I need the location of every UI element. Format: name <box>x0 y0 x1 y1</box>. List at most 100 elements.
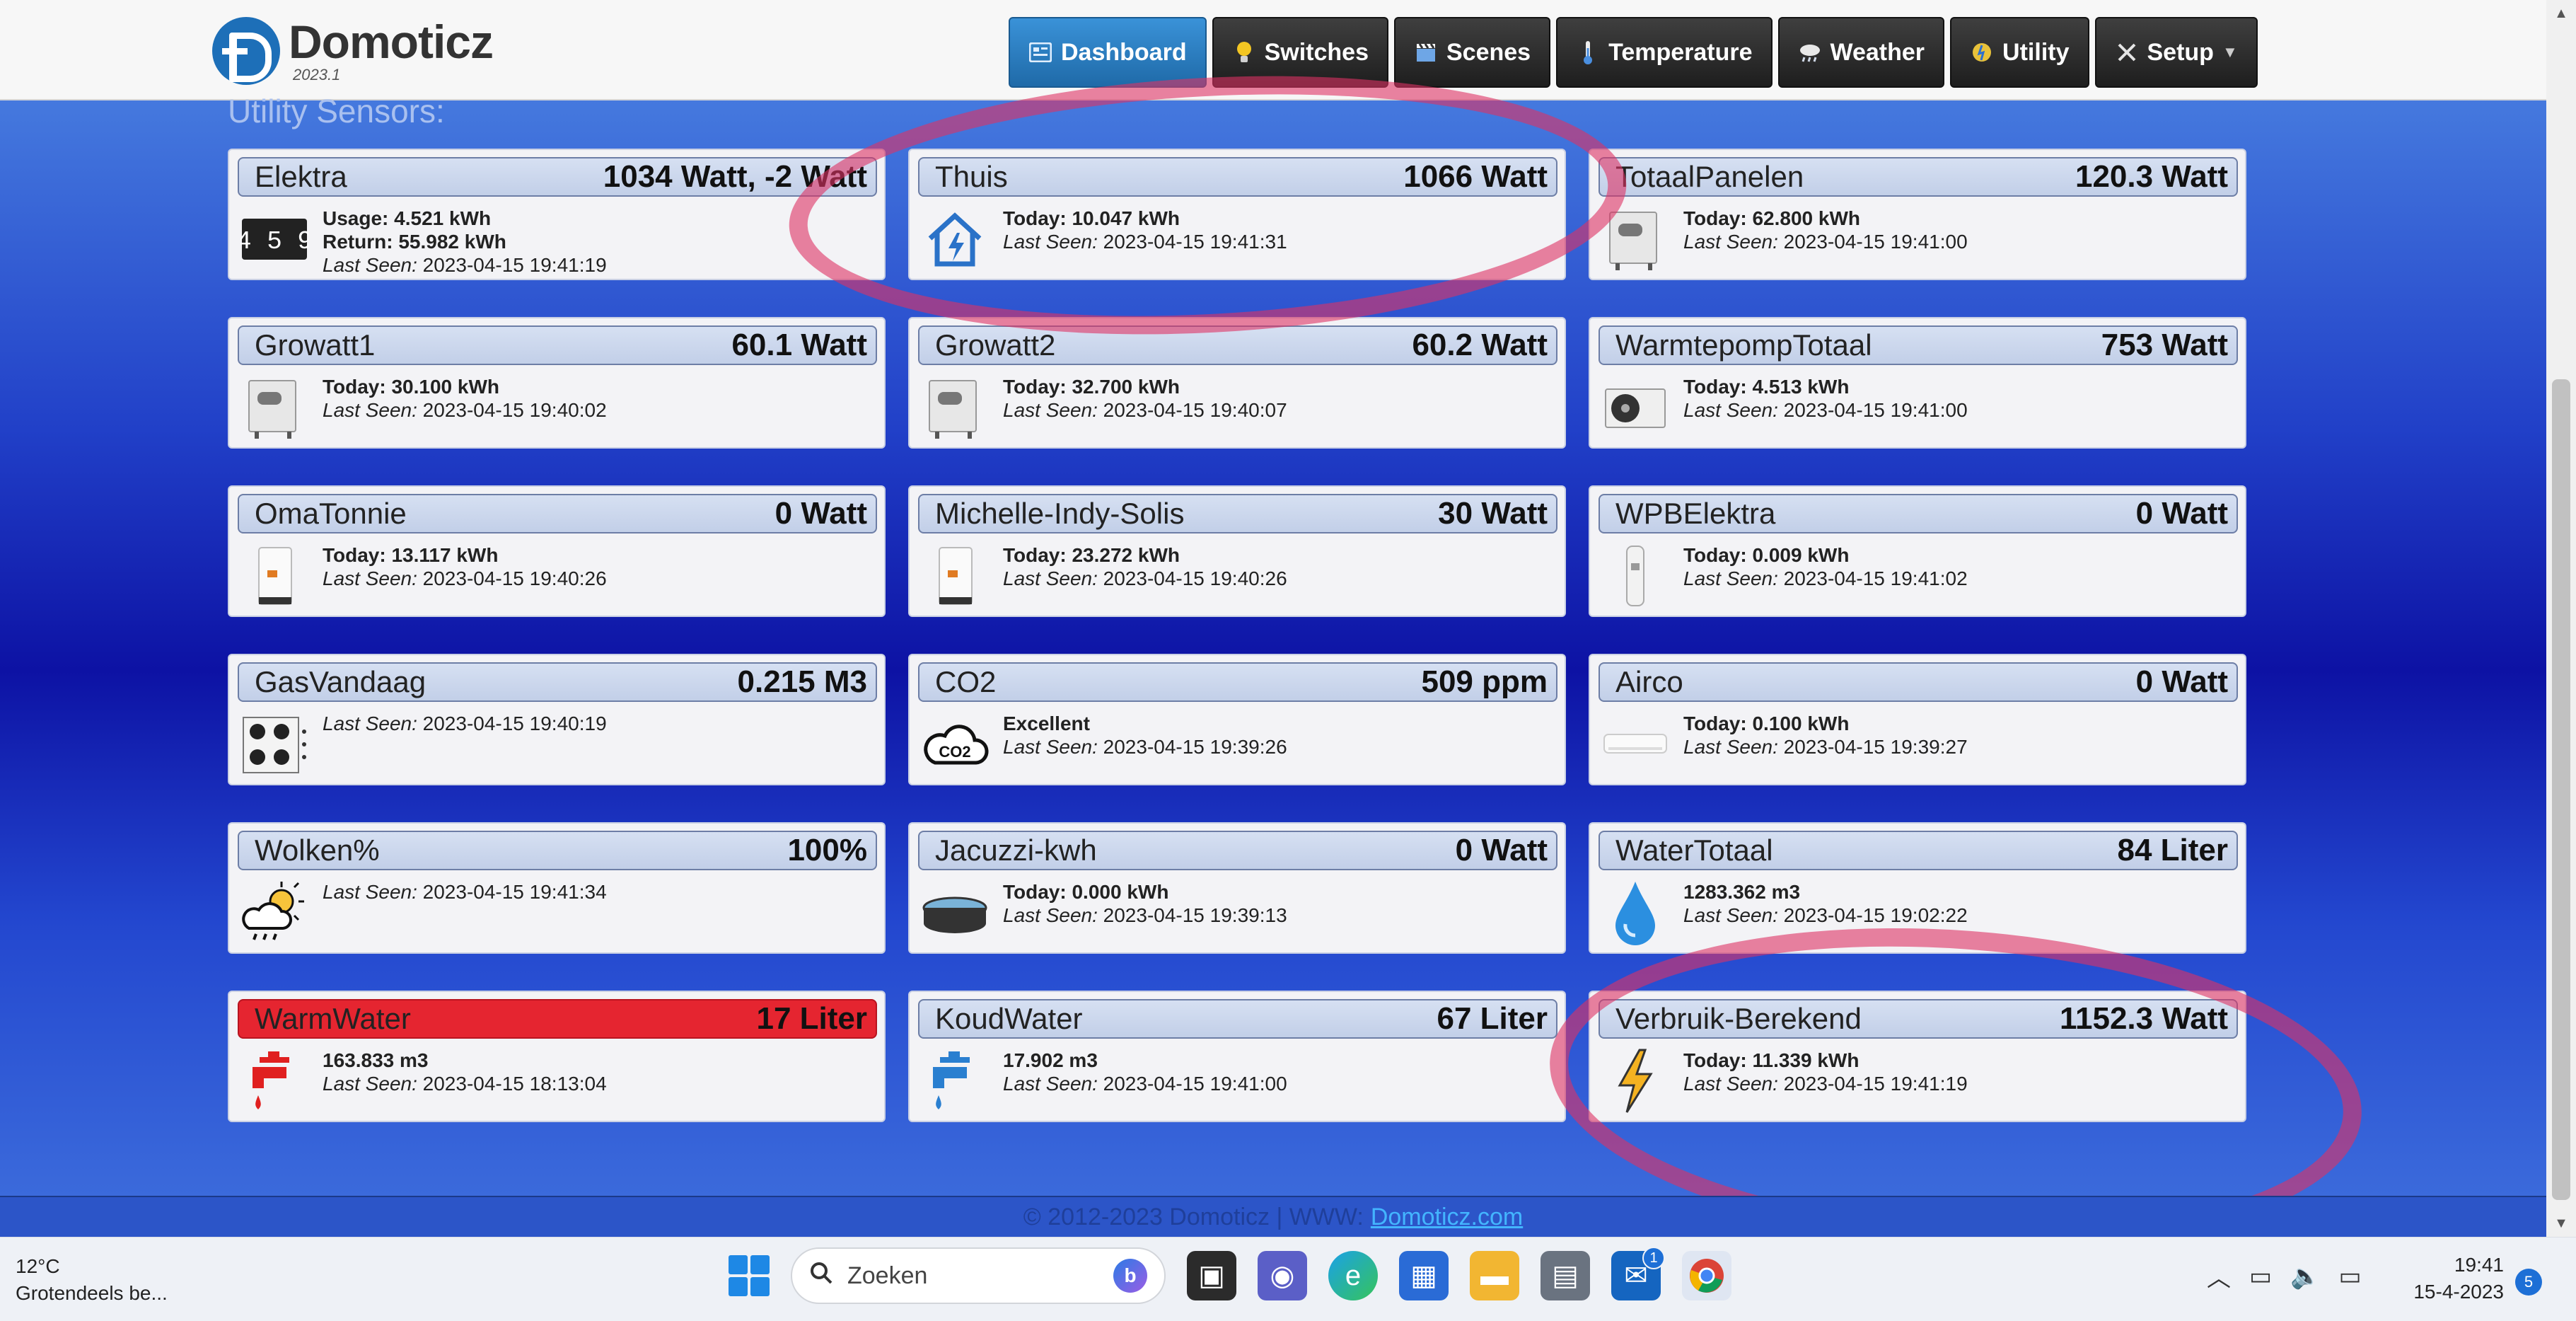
last-seen-value: 2023-04-15 18:13:04 <box>422 1073 607 1095</box>
nav-weather-button[interactable]: Weather <box>1777 17 1945 88</box>
last-seen-label: Last Seen: <box>1683 904 1784 926</box>
sensor-last-seen: Last Seen: 2023-04-15 19:41:00 <box>1683 230 1968 253</box>
last-seen-value: 2023-04-15 19:41:31 <box>1103 231 1287 253</box>
teams-chat-icon[interactable]: ◉ <box>1258 1251 1307 1300</box>
sensor-card[interactable]: Verbruik-Berekend 1152.3 Watt Today: 11.33… <box>1589 991 2246 1122</box>
sensor-card[interactable]: WarmtepompTotaal 753 Watt Today: 4.513 kWh… <box>1589 317 2246 449</box>
sensor-last-seen: Last Seen: 2023-04-15 19:40:02 <box>323 398 607 422</box>
sensor-card[interactable]: Thuis 1066 Watt Today: 10.047 kWh Last Seen… <box>908 149 1566 280</box>
last-seen-value: 2023-04-15 19:41:02 <box>1783 567 1968 589</box>
scroll-down-arrow-icon[interactable]: ▼ <box>2553 1216 2569 1231</box>
last-seen-label: Last Seen: <box>323 567 423 589</box>
sensor-value: 1152.3 Watt <box>2059 1001 2228 1036</box>
nav-switches-button[interactable]: Switches <box>1212 17 1388 88</box>
footer-link[interactable]: Domoticz.com <box>1371 1204 1523 1231</box>
page-scrollbar[interactable]: ▲ ▼ <box>2546 0 2576 1237</box>
chrome-browser-icon[interactable] <box>1682 1251 1731 1300</box>
sensor-card-header: WarmWater 17 Liter <box>238 999 877 1039</box>
sensor-card[interactable]: WarmWater 17 Liter 163.833 m3 Last Seen: 20… <box>228 991 886 1122</box>
scroll-up-arrow-icon[interactable]: ▲ <box>2553 6 2569 21</box>
mail-icon[interactable]: ✉ 1 <box>1611 1247 1665 1300</box>
sensor-name: WaterTotaal <box>1615 833 1773 867</box>
nav-dashboard-button[interactable]: Dashboard <box>1009 17 1207 88</box>
nav-setup-button[interactable]: Setup ▼ <box>2094 17 2258 88</box>
sensor-card[interactable]: WPBElektra 0 Watt Today: 0.009 kWh Last See… <box>1589 485 2246 617</box>
clock-time: 19:41 <box>2454 1254 2504 1276</box>
last-seen-label: Last Seen: <box>1683 231 1784 253</box>
notification-count-badge[interactable]: 5 <box>2515 1269 2542 1296</box>
edge-browser-icon[interactable]: e <box>1328 1251 1378 1300</box>
weather-widget[interactable]: 12°C Grotendeels be... <box>16 1253 168 1307</box>
inverter-white-icon <box>919 541 990 611</box>
sensor-card[interactable]: GasVandaag 0.215 M3 Last Seen: 2023-04-15 … <box>228 654 886 785</box>
last-seen-value: 2023-04-15 19:41:19 <box>1783 1073 1968 1095</box>
chevron-up-icon[interactable]: ︿ <box>2207 1259 2231 1293</box>
logo-version: 2023.1 <box>293 66 341 83</box>
sensor-card[interactable]: Wolken% 100% Last Seen: 2023-04-15 19:41:3… <box>228 822 886 954</box>
sensor-card[interactable]: Growatt2 60.2 Watt Today: 32.700 kWh Last S… <box>908 317 1566 449</box>
nav-utility-label: Utility <box>2002 38 2070 66</box>
sensor-name: Growatt2 <box>935 328 1056 362</box>
windows-start-icon[interactable] <box>729 1255 770 1296</box>
sensor-card[interactable]: Airco 0 Watt Today: 0.100 kWh Last Seen: 20… <box>1589 654 2246 785</box>
sensor-detail-line: Today: 32.700 kWh <box>1003 376 1180 398</box>
sensor-card[interactable]: Michelle-Indy-Solis 30 Watt Today: 23.272 … <box>908 485 1566 617</box>
search-icon <box>809 1261 833 1291</box>
sensor-card[interactable]: KoudWater 67 Liter 17.902 m3 Last Seen: 202… <box>908 991 1566 1122</box>
sensor-detail-line: 163.833 m3 <box>323 1049 429 1071</box>
clapper-icon <box>1414 40 1438 64</box>
sensor-name: Michelle-Indy-Solis <box>935 497 1185 530</box>
sensor-card-header: Verbruik-Berekend 1152.3 Watt <box>1599 999 2238 1039</box>
sensor-name: Airco <box>1615 665 1683 698</box>
task-view-icon[interactable]: ▣ <box>1187 1251 1236 1300</box>
sensor-card-header: KoudWater 67 Liter <box>918 999 1557 1039</box>
sensor-name: WarmWater <box>255 1002 411 1035</box>
utility-icon <box>1970 40 1994 64</box>
calculator-icon[interactable]: ▤ <box>1541 1251 1590 1300</box>
last-seen-label: Last Seen: <box>1003 231 1103 253</box>
sensor-card[interactable]: Jacuzzi-kwh 0 Watt Today: 0.000 kWh Last Se… <box>908 822 1566 954</box>
sensor-card[interactable]: WaterTotaal 84 Liter 1283.362 m3 Last Seen:… <box>1589 822 2246 954</box>
sensor-card[interactable]: Elektra 1034 Watt, -2 Watt 4 5 9 Usage: 4.5… <box>228 149 886 280</box>
sensor-name: Elektra <box>255 160 347 193</box>
sensor-last-seen: Last Seen: 2023-04-15 19:41:19 <box>323 253 607 277</box>
sensor-name: Wolken% <box>255 833 380 867</box>
taskbar-search-input[interactable]: Zoeken b <box>791 1247 1166 1304</box>
sensor-card[interactable]: CO2 509 ppm CO2 Excellent Last Seen: 2023-04… <box>908 654 1566 785</box>
sensor-name: CO2 <box>935 665 997 698</box>
sensor-details: Today: 10.047 kWh Last Seen: 2023-04-15 1… <box>1003 207 1287 253</box>
domoticz-logo[interactable]: Domoticz 2023.1 <box>212 17 494 91</box>
heat-pump-icon <box>1600 372 1671 443</box>
nav-scenes-button[interactable]: Scenes <box>1393 17 1551 88</box>
co2-cloud-icon: CO2 <box>919 709 990 780</box>
sensor-value: 509 ppm <box>1421 664 1548 699</box>
sensor-detail-line: Usage: 4.521 kWh <box>323 207 492 229</box>
sensor-last-seen: Last Seen: 2023-04-15 19:39:26 <box>1003 735 1287 758</box>
scrollbar-thumb[interactable] <box>2552 379 2570 1200</box>
sensor-last-seen: Last Seen: 2023-04-15 19:41:00 <box>1003 1072 1287 1095</box>
domoticz-logo-icon <box>212 17 280 85</box>
sensor-card[interactable]: Growatt1 60.1 Watt Today: 30.100 kWh Last S… <box>228 317 886 449</box>
nav-utility-button[interactable]: Utility <box>1950 17 2089 88</box>
sensor-value: 0 Watt <box>2135 664 2228 699</box>
nav-temperature-button[interactable]: Temperature <box>1556 17 1773 88</box>
sensor-card-header: CO2 509 ppm <box>918 662 1557 702</box>
sensor-value: 120.3 Watt <box>2075 159 2228 194</box>
svg-text:CO2: CO2 <box>939 743 970 761</box>
store-icon[interactable]: ▦ <box>1399 1251 1449 1300</box>
sensor-detail-line: Today: 10.047 kWh <box>1003 207 1180 229</box>
sensor-value: 100% <box>787 833 867 867</box>
sensor-card[interactable]: OmaTonnie 0 Watt Today: 13.117 kWh Last See… <box>228 485 886 617</box>
inverter-icon <box>239 372 310 443</box>
sensor-card-header: Airco 0 Watt <box>1599 662 2238 702</box>
network-icon[interactable]: ▭ <box>2249 1262 2272 1291</box>
sensor-card[interactable]: TotaalPanelen 120.3 Watt Today: 62.800 kWh… <box>1589 149 2246 280</box>
battery-icon[interactable]: ▭ <box>2338 1262 2361 1291</box>
sensor-detail-line: Today: 0.009 kWh <box>1683 544 1850 566</box>
sensor-detail-line: Today: 62.800 kWh <box>1683 207 1861 229</box>
taskbar-clock[interactable]: 19:41 15-4-2023 <box>2401 1252 2504 1305</box>
sensor-detail-line: Today: 11.339 kWh <box>1683 1049 1860 1071</box>
sensor-name: GasVandaag <box>255 665 427 698</box>
file-explorer-icon[interactable]: ▬ <box>1470 1251 1519 1300</box>
volume-icon[interactable]: 🔈 <box>2290 1262 2320 1291</box>
